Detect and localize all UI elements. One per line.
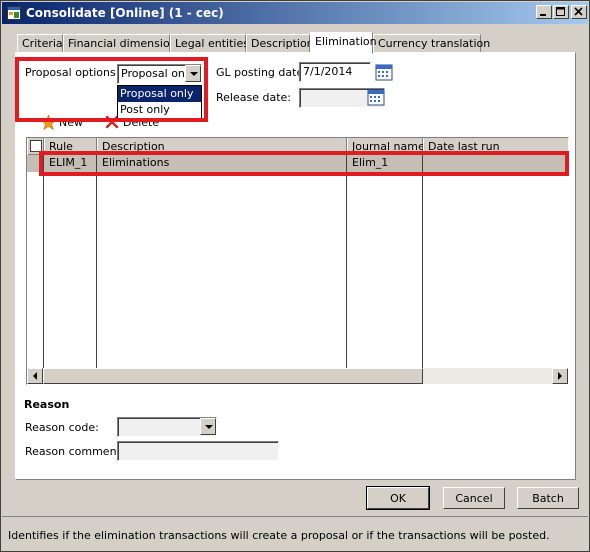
window-title: Consolidate [Online] (1 - cec) — [26, 6, 224, 20]
cell-journal-name: Elim_1 — [352, 156, 389, 169]
column-description[interactable]: Description — [97, 138, 347, 155]
tab-elimination[interactable]: Elimination — [310, 32, 377, 54]
tab-criteria[interactable]: Criteria — [17, 34, 63, 52]
calendar-icon[interactable] — [367, 88, 385, 106]
title-bar[interactable]: Consolidate [Online] (1 - cec) — [2, 2, 588, 24]
grid-column-divider — [43, 155, 44, 368]
close-button[interactable] — [571, 5, 587, 19]
reason-code-dropdown-button[interactable] — [200, 418, 216, 435]
maximize-button[interactable] — [553, 5, 569, 19]
maximize-icon — [556, 7, 565, 16]
cell-description: Eliminations — [102, 156, 170, 169]
tab-financial-dimensions[interactable]: Financial dimensions — [63, 34, 182, 52]
batch-button[interactable]: Batch — [517, 487, 579, 509]
scroll-left-icon — [33, 372, 37, 380]
reason-comment-input[interactable] — [117, 441, 279, 461]
select-all-column[interactable] — [27, 138, 44, 155]
status-help-text: Identifies if the elimination transactio… — [8, 529, 550, 542]
horizontal-scrollbar[interactable] — [27, 368, 568, 384]
new-star-icon — [40, 114, 57, 133]
grid-header: Rule Description Journal name Date last … — [27, 138, 568, 155]
gl-posting-date-input[interactable]: 7/1/2014 — [299, 62, 371, 82]
minimize-button[interactable] — [536, 5, 552, 19]
consolidate-window: Consolidate [Online] (1 - cec) Criteria … — [0, 0, 590, 552]
calendar-icon[interactable] — [375, 63, 393, 81]
column-date-last-run[interactable]: Date last run — [423, 138, 568, 155]
scrollbar-thumb[interactable] — [43, 368, 423, 384]
reason-comment-label: Reason comment: — [25, 445, 125, 458]
proposal-options-dropdown-button[interactable] — [185, 65, 201, 82]
gl-posting-date-label: GL posting date: — [216, 66, 307, 79]
column-rule[interactable]: Rule — [44, 138, 97, 155]
reason-code-label: Reason code: — [25, 421, 99, 434]
minimize-icon — [540, 14, 546, 16]
table-row[interactable]: ELIM_1 Eliminations Elim_1 — [27, 155, 568, 172]
scroll-right-icon — [558, 372, 562, 380]
column-journal-name[interactable]: Journal name — [347, 138, 425, 155]
proposal-options-list: Proposal only Post only — [117, 85, 202, 119]
status-bar: Identifies if the elimination transactio… — [2, 516, 588, 551]
cancel-button[interactable]: Cancel — [443, 487, 505, 509]
grid-column-divider — [422, 155, 423, 368]
tab-description[interactable]: Description — [246, 34, 314, 52]
tab-legal-entities[interactable]: Legal entities — [170, 34, 249, 52]
new-button[interactable]: New — [40, 114, 91, 133]
elimination-rules-grid: Rule Description Journal name Date last … — [26, 137, 569, 385]
tab-currency-translation[interactable]: Currency translation — [373, 34, 490, 52]
option-proposal-only[interactable]: Proposal only — [118, 86, 201, 102]
new-label: New — [59, 116, 83, 129]
scroll-left-button[interactable] — [27, 368, 43, 384]
release-date-label: Release date: — [216, 91, 291, 104]
scroll-right-button[interactable] — [552, 368, 568, 384]
option-post-only[interactable]: Post only — [118, 102, 201, 118]
ok-button[interactable]: OK — [366, 486, 430, 510]
grid-column-divider — [96, 155, 97, 368]
proposal-options-label: Proposal options: — [25, 66, 120, 79]
reason-section-title: Reason — [24, 398, 70, 411]
cell-rule: ELIM_1 — [49, 156, 88, 169]
select-all-checkbox[interactable] — [30, 140, 42, 152]
app-window-icon — [7, 6, 21, 20]
close-icon — [574, 7, 583, 16]
grid-column-divider — [346, 155, 347, 368]
